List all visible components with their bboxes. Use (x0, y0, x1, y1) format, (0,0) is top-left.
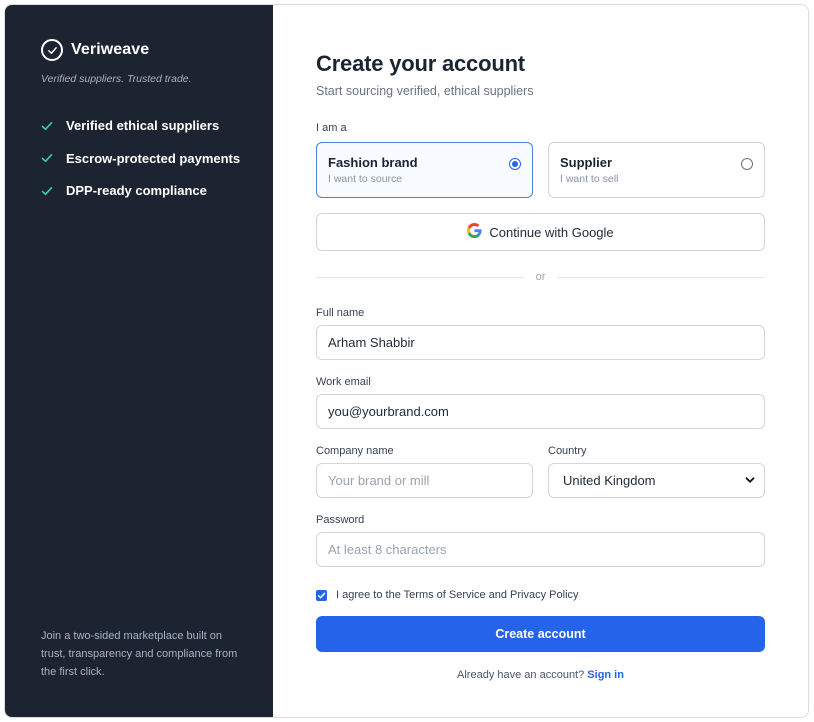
feature-item: Escrow-protected payments (41, 150, 273, 167)
signup-form: Create your account Start sourcing verif… (273, 5, 808, 717)
role-label: I am a (316, 122, 347, 134)
role-option-supplier[interactable]: Supplier I want to sell (548, 142, 765, 198)
role-subtitle: I want to sell (560, 173, 619, 185)
brand-tagline: Verified suppliers. Trusted trade. (41, 73, 192, 85)
check-circle-icon (41, 39, 63, 61)
company-country-row: Company name Your brand or mill Country … (316, 445, 808, 498)
country-label: Country (548, 445, 587, 457)
check-icon (41, 120, 53, 132)
divider-line (316, 276, 524, 278)
terms-text: I agree to the Terms of Service and Priv… (336, 589, 579, 601)
country-group: Country United Kingdom (548, 445, 765, 498)
signup-window: Veriweave Verified suppliers. Trusted tr… (4, 4, 809, 718)
terms-checkbox[interactable] (316, 589, 327, 601)
sidebar: Veriweave Verified suppliers. Trusted tr… (5, 5, 273, 717)
divider-line (557, 276, 765, 278)
role-title: Fashion brand (328, 155, 418, 170)
feature-item: Verified ethical suppliers (41, 117, 273, 134)
country-value: United Kingdom (563, 473, 656, 488)
password-input[interactable]: At least 8 characters (316, 532, 765, 567)
check-icon (41, 152, 53, 164)
radio-unselected-icon[interactable] (741, 158, 753, 170)
full-name-group: Full name Arham Shabbir (316, 307, 808, 360)
feature-text: DPP-ready compliance (66, 183, 207, 198)
password-label: Password (316, 514, 365, 526)
country-select[interactable]: United Kingdom (548, 463, 765, 498)
role-title: Supplier (560, 155, 613, 170)
role-selector: Fashion brand I want to source Supplier … (316, 142, 808, 198)
check-icon (41, 185, 53, 197)
signin-link[interactable]: Sign in (587, 669, 624, 681)
create-account-button[interactable]: Create account (316, 616, 765, 652)
page-title: Create your account (316, 51, 525, 76)
password-group: Password At least 8 characters (316, 514, 808, 567)
feature-item: DPP-ready compliance (41, 182, 273, 199)
signin-row: Already have an account? Sign in (316, 669, 765, 681)
divider-text: or (535, 271, 546, 283)
feature-text: Escrow-protected payments (66, 150, 241, 166)
full-name-label: Full name (316, 307, 365, 319)
or-divider: or (316, 271, 765, 283)
company-name-group: Company name Your brand or mill (316, 445, 533, 498)
role-subtitle: I want to source (328, 173, 403, 185)
page-subtitle: Start sourcing verified, ethical supplie… (316, 84, 534, 98)
work-email-group: Work email you@yourbrand.com (316, 376, 808, 429)
sidebar-footer-text: Join a two-sided marketplace built on tr… (41, 630, 238, 678)
full-name-input[interactable]: Arham Shabbir (316, 325, 765, 360)
brand: Veriweave (41, 39, 273, 61)
brand-name: Veriweave (71, 41, 150, 58)
signin-prompt: Already have an account? (457, 669, 585, 681)
radio-selected-icon[interactable] (509, 158, 521, 170)
work-email-input[interactable]: you@yourbrand.com (316, 394, 765, 429)
company-name-input[interactable]: Your brand or mill (316, 463, 533, 498)
google-button-label: Continue with Google (489, 224, 614, 240)
feature-list: Verified ethical suppliers Escrow-protec… (41, 117, 273, 199)
google-signin-button[interactable]: Continue with Google (316, 213, 765, 251)
role-option-fashion-brand[interactable]: Fashion brand I want to source (316, 142, 533, 198)
chevron-down-icon (745, 473, 755, 488)
work-email-label: Work email (316, 376, 371, 388)
feature-text: Verified ethical suppliers (66, 118, 220, 133)
google-icon (467, 223, 482, 241)
company-name-label: Company name (316, 445, 394, 457)
terms-agreement: I agree to the Terms of Service and Priv… (316, 589, 808, 601)
